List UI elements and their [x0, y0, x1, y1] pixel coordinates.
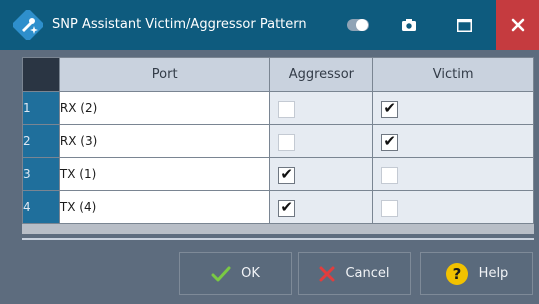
camera-icon[interactable] [394, 11, 424, 39]
aggressor-cell: ✔ [269, 157, 374, 191]
camera-graphic [402, 19, 416, 31]
ok-button[interactable]: OK [179, 252, 292, 295]
cancel-button[interactable]: Cancel [298, 252, 411, 295]
aggressor-checkbox[interactable]: ✔ [278, 164, 296, 184]
check-icon [211, 266, 231, 281]
close-button[interactable] [496, 0, 539, 50]
close-icon [511, 18, 524, 32]
table-row: 4 TX (4) ✔ [22, 190, 534, 224]
check-mark-icon: ✔ [280, 197, 293, 216]
title-bar[interactable]: SNP Assistant Victim/Aggressor Pattern [0, 0, 539, 50]
svg-text:?: ? [452, 265, 461, 283]
check-mark-icon: ✔ [383, 131, 396, 150]
wrench-sparkle-icon [13, 10, 43, 40]
row-number[interactable]: 1 [22, 91, 60, 125]
help-label: Help [478, 266, 509, 281]
aggressor-cell [269, 124, 374, 158]
maximize-graphic [456, 18, 472, 32]
maximize-icon[interactable] [449, 11, 479, 39]
port-cell[interactable]: TX (4) [58, 190, 271, 224]
port-cell[interactable]: RX (2) [58, 91, 271, 125]
aggressor-checkbox[interactable]: ✔ [278, 197, 296, 217]
row-number[interactable]: 4 [22, 190, 60, 224]
cancel-label: Cancel [345, 266, 390, 281]
victim-cell [372, 190, 534, 224]
toggle-icon[interactable] [343, 11, 373, 39]
column-header-port[interactable]: Port [58, 57, 271, 92]
check-mark-icon: ✔ [280, 164, 293, 183]
pattern-table: Port Aggressor Victim 1 RX (2) ✔ 2 RX (3… [22, 57, 534, 234]
ok-label: OK [241, 266, 260, 281]
table-row: 2 RX (3) ✔ [22, 124, 534, 158]
port-cell[interactable]: RX (3) [58, 124, 271, 158]
help-button[interactable]: ? Help [420, 252, 533, 295]
toggle-graphic [347, 19, 369, 31]
victim-checkbox[interactable]: ✔ [381, 131, 399, 151]
victim-cell: ✔ [372, 91, 534, 125]
victim-checkbox[interactable] [381, 166, 399, 184]
victim-cell: ✔ [372, 124, 534, 158]
aggressor-cell: ✔ [269, 190, 374, 224]
victim-checkbox[interactable] [381, 199, 399, 217]
aggressor-checkbox[interactable] [278, 100, 296, 118]
table-row: 3 TX (1) ✔ [22, 157, 534, 191]
table-header-row: Port Aggressor Victim [22, 57, 534, 92]
victim-checkbox[interactable]: ✔ [381, 98, 399, 118]
question-icon: ? [445, 262, 468, 285]
dialog-window: SNP Assistant Victim/Aggressor Pattern P… [0, 0, 539, 304]
table-row: 1 RX (2) ✔ [22, 91, 534, 125]
port-cell[interactable]: TX (1) [58, 157, 271, 191]
aggressor-checkbox[interactable] [278, 133, 296, 151]
window-title: SNP Assistant Victim/Aggressor Pattern [52, 17, 307, 32]
divider [22, 238, 534, 240]
victim-cell [372, 157, 534, 191]
aggressor-cell [269, 91, 374, 125]
table-corner [22, 57, 60, 92]
column-header-aggressor[interactable]: Aggressor [269, 57, 374, 92]
row-number[interactable]: 3 [22, 157, 60, 191]
column-header-victim[interactable]: Victim [372, 57, 534, 92]
x-icon [319, 266, 335, 281]
row-number[interactable]: 2 [22, 124, 60, 158]
check-mark-icon: ✔ [383, 98, 396, 117]
